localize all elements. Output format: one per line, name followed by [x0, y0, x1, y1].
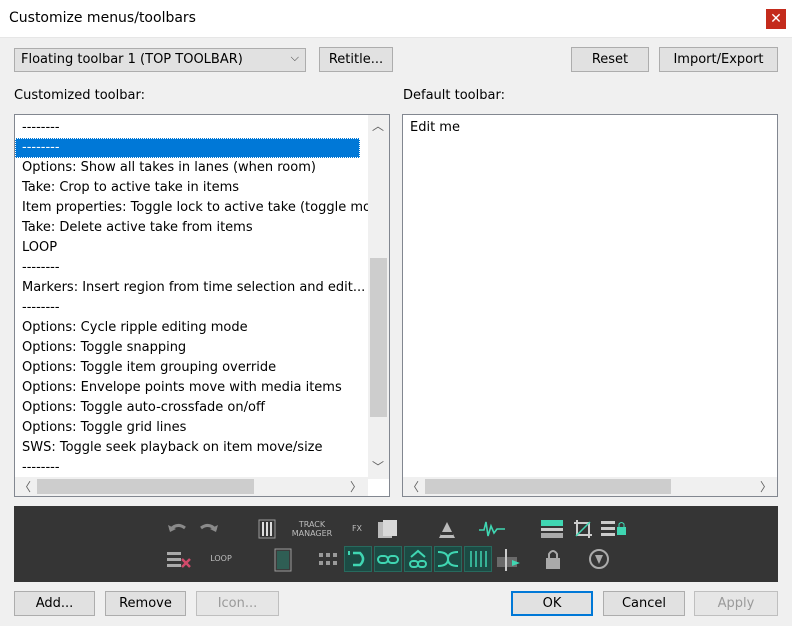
- reset-button[interactable]: Reset: [571, 47, 649, 72]
- customized-list-items: -------- -------- Options: Show all takes …: [15, 118, 389, 478]
- toolbar-select[interactable]: Floating toolbar 1 (TOP TOOLBAR) ⌵: [14, 48, 306, 72]
- add-button[interactable]: Add...: [14, 591, 95, 616]
- envelope-icon[interactable]: [436, 518, 458, 540]
- list-item[interactable]: Options: Envelope points move with media…: [15, 378, 389, 398]
- import-export-button[interactable]: Import/Export: [659, 47, 778, 72]
- lock-list-icon[interactable]: [600, 518, 628, 540]
- list-item[interactable]: Options: Toggle item grouping override: [15, 358, 389, 378]
- ok-button[interactable]: OK: [511, 591, 593, 616]
- list-item[interactable]: LOOP: [15, 238, 389, 258]
- close-button[interactable]: ✕: [766, 9, 786, 29]
- vertical-scrollbar[interactable]: ︿ ﹀: [368, 115, 389, 479]
- icon-button[interactable]: Icon...: [196, 591, 279, 616]
- scrollbar-thumb[interactable]: [37, 479, 254, 494]
- grid-icon[interactable]: [318, 550, 338, 570]
- list-item[interactable]: --------: [15, 138, 360, 158]
- list-item[interactable]: Options: Show all takes in lanes (when r…: [15, 158, 389, 178]
- folder-icon[interactable]: [376, 518, 400, 540]
- crossfade-icon[interactable]: [434, 546, 462, 572]
- list-item[interactable]: --------: [15, 298, 389, 318]
- chevron-down-icon: ⌵: [290, 51, 299, 64]
- scrollbar-thumb[interactable]: [370, 258, 387, 417]
- group-icon[interactable]: [404, 546, 432, 572]
- list-item[interactable]: Options: Cycle ripple editing mode: [15, 318, 389, 338]
- gridlines-icon[interactable]: [464, 546, 492, 572]
- undo-icon[interactable]: [166, 520, 188, 538]
- fx-label[interactable]: FX: [348, 524, 366, 533]
- track-manager-label[interactable]: TRACK MANAGER: [288, 520, 336, 538]
- pick-icon[interactable]: [588, 548, 610, 570]
- list-item[interactable]: Options: Toggle grid lines: [15, 418, 389, 438]
- list-item[interactable]: --------: [15, 458, 389, 478]
- horizontal-scrollbar[interactable]: 〈 〉: [403, 477, 777, 496]
- lock-icon[interactable]: [544, 548, 562, 570]
- link-icon[interactable]: [374, 546, 402, 572]
- scroll-right-icon[interactable]: 〉: [348, 479, 364, 495]
- window-title: Customize menus/toolbars: [9, 10, 196, 26]
- apply-button[interactable]: Apply: [694, 591, 778, 616]
- horizontal-scrollbar[interactable]: 〈 〉: [15, 477, 368, 496]
- loop-label[interactable]: LOOP: [206, 554, 236, 563]
- toolbar-preview: TRACK MANAGER FX LOOP: [14, 506, 778, 582]
- list-item[interactable]: --------: [15, 118, 389, 138]
- scrollbar-thumb[interactable]: [425, 479, 671, 494]
- redo-icon[interactable]: [198, 520, 220, 538]
- list-item[interactable]: Options: Toggle snapping: [15, 338, 389, 358]
- mixer-icon[interactable]: [258, 519, 276, 539]
- customized-toolbar-label: Customized toolbar:: [14, 88, 145, 103]
- list-item[interactable]: Markers: Insert region from time selecti…: [15, 278, 389, 298]
- crop-icon[interactable]: [572, 518, 594, 540]
- ripple-icon[interactable]: [344, 546, 372, 572]
- title-bar: Customize menus/toolbars ✕: [0, 0, 792, 38]
- list-item[interactable]: Edit me: [403, 118, 460, 138]
- scroll-left-icon[interactable]: 〈: [405, 479, 421, 495]
- list-item[interactable]: Take: Crop to active take in items: [15, 178, 389, 198]
- list-item[interactable]: Item properties: Toggle lock to active t…: [15, 198, 389, 218]
- scroll-up-icon[interactable]: ︿: [370, 118, 386, 134]
- customized-toolbar-list[interactable]: -------- -------- Options: Show all takes …: [14, 114, 390, 497]
- list-item[interactable]: --------: [15, 258, 389, 278]
- list-item[interactable]: SWS: Toggle seek playback on item move/s…: [15, 438, 389, 458]
- retitle-button[interactable]: Retitle...: [319, 47, 393, 72]
- waveform-icon[interactable]: [478, 518, 506, 540]
- seek-icon[interactable]: [494, 548, 522, 572]
- default-list-items: Edit me: [403, 118, 460, 138]
- default-toolbar-list[interactable]: Edit me 〈 〉: [402, 114, 778, 497]
- region-icon[interactable]: [540, 518, 564, 540]
- list-item[interactable]: Options: Toggle auto-crossfade on/off: [15, 398, 389, 418]
- delete-item-icon[interactable]: [166, 550, 192, 572]
- scroll-left-icon[interactable]: 〈: [17, 479, 33, 495]
- notes-icon[interactable]: [274, 548, 292, 572]
- scroll-down-icon[interactable]: ﹀: [370, 459, 386, 475]
- toolbar-select-value: Floating toolbar 1 (TOP TOOLBAR): [21, 52, 243, 67]
- default-toolbar-label: Default toolbar:: [403, 88, 505, 103]
- list-item[interactable]: Take: Delete active take from items: [15, 218, 389, 238]
- scroll-right-icon[interactable]: 〉: [758, 479, 774, 495]
- cancel-button[interactable]: Cancel: [603, 591, 685, 616]
- remove-button[interactable]: Remove: [105, 591, 186, 616]
